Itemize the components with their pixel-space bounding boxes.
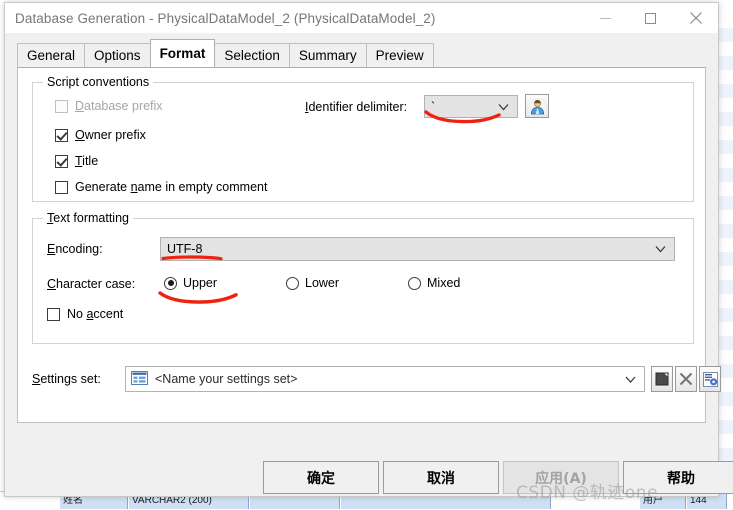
checkbox-generate-name-empty-comment[interactable]: Generate name in empty comment	[55, 180, 267, 194]
delete-settings-set-button[interactable]	[675, 366, 697, 392]
no-accent-checkbox-box[interactable]	[47, 307, 60, 321]
chevron-down-icon[interactable]	[655, 246, 666, 253]
tab-strip: General Options Format Selection Summary…	[17, 39, 718, 74]
database-generation-dialog: Database Generation - PhysicalDataModel_…	[4, 2, 733, 497]
cancel-button[interactable]: 取消	[383, 461, 499, 494]
settings-set-label-wrap: Settings set:	[32, 372, 101, 386]
upper-label: Upper	[183, 276, 218, 290]
close-button[interactable]	[673, 3, 718, 33]
properties-icon	[702, 371, 718, 387]
encoding-value: UTF-8	[167, 242, 203, 256]
database-prefix-label: Database prefix	[75, 99, 163, 113]
save-icon	[655, 372, 669, 386]
script-conventions-title: Script conventions	[43, 75, 154, 89]
text-formatting-group: Text formatting Encoding: UTF-8 Characte…	[32, 211, 694, 344]
identifier-delimiter-label: Identifier delimiter:	[305, 100, 408, 114]
settings-list-icon	[131, 370, 148, 388]
owner-prefix-checkbox-box[interactable]	[55, 128, 68, 142]
checkbox-no-accent[interactable]: No accent	[47, 307, 123, 321]
title-label: Title	[75, 154, 99, 168]
encoding-combo[interactable]: UTF-8	[160, 237, 675, 261]
generate-name-checkbox-box[interactable]	[55, 180, 68, 194]
radio-character-case-mixed[interactable]: Mixed	[408, 276, 460, 290]
identifier-delimiter-label-wrap: Identifier delimiter:	[305, 100, 407, 114]
minimize-button[interactable]	[583, 3, 628, 33]
settings-set-value: <Name your settings set>	[155, 372, 298, 386]
tab-options[interactable]: Options	[84, 43, 151, 67]
radio-character-case-upper[interactable]: Upper	[164, 276, 217, 290]
maximize-button[interactable]	[628, 3, 673, 33]
owner-prefix-label: Owner prefix	[75, 128, 146, 142]
identifier-delimiter-combo[interactable]: `	[424, 95, 518, 118]
lower-radio-circle[interactable]	[286, 276, 299, 290]
format-tab-page: Script conventions Database prefix Owner…	[17, 67, 721, 423]
generate-name-label: Generate name in empty comment	[75, 180, 268, 194]
no-accent-label: No accent	[67, 307, 124, 321]
character-case-label-wrap: Character case:	[47, 277, 135, 291]
checkbox-owner-prefix[interactable]: Owner prefix	[55, 128, 146, 142]
annotation-underline-upper-radio	[157, 289, 243, 305]
user-icon	[528, 97, 546, 115]
tab-summary[interactable]: Summary	[288, 43, 367, 67]
chevron-down-icon[interactable]	[498, 103, 509, 110]
settings-set-properties-button[interactable]	[699, 366, 721, 392]
title-bar: Database Generation - PhysicalDataModel_…	[5, 3, 718, 33]
checkbox-title[interactable]: Title	[55, 154, 98, 168]
script-conventions-group: Script conventions Database prefix Owner…	[32, 75, 694, 202]
x-icon	[679, 372, 693, 386]
character-case-label: Character case:	[47, 277, 136, 291]
tab-general[interactable]: General	[17, 43, 86, 67]
tab-format[interactable]: Format	[149, 39, 216, 67]
lower-label: Lower	[305, 276, 340, 290]
tab-preview[interactable]: Preview	[365, 43, 434, 67]
mixed-radio-circle[interactable]	[408, 276, 421, 290]
settings-set-label: Settings set:	[32, 372, 101, 386]
text-formatting-title: Text formatting	[43, 211, 133, 225]
title-checkbox-box[interactable]	[55, 154, 68, 168]
window-controls	[583, 3, 718, 33]
window-title: Database Generation - PhysicalDataModel_…	[15, 10, 436, 26]
identifier-delimiter-user-button[interactable]	[525, 94, 549, 118]
tab-selection[interactable]: Selection	[214, 43, 290, 67]
upper-radio-circle[interactable]	[164, 276, 177, 290]
mixed-label: Mixed	[427, 276, 461, 290]
settings-set-row: Settings set: <Name your settings set>	[32, 366, 721, 396]
ok-button[interactable]: 确定	[263, 461, 379, 494]
database-prefix-checkbox-box[interactable]	[55, 99, 68, 113]
save-settings-set-button[interactable]	[651, 366, 673, 392]
checkbox-database-prefix[interactable]: Database prefix	[55, 99, 163, 113]
chevron-down-icon[interactable]	[625, 372, 636, 386]
encoding-label: Encoding:	[47, 242, 103, 256]
encoding-label-wrap: Encoding:	[47, 242, 103, 256]
radio-character-case-lower[interactable]: Lower	[286, 276, 339, 290]
settings-set-combo[interactable]: <Name your settings set>	[125, 366, 645, 392]
watermark: CSDN @轨迹one	[516, 483, 659, 503]
